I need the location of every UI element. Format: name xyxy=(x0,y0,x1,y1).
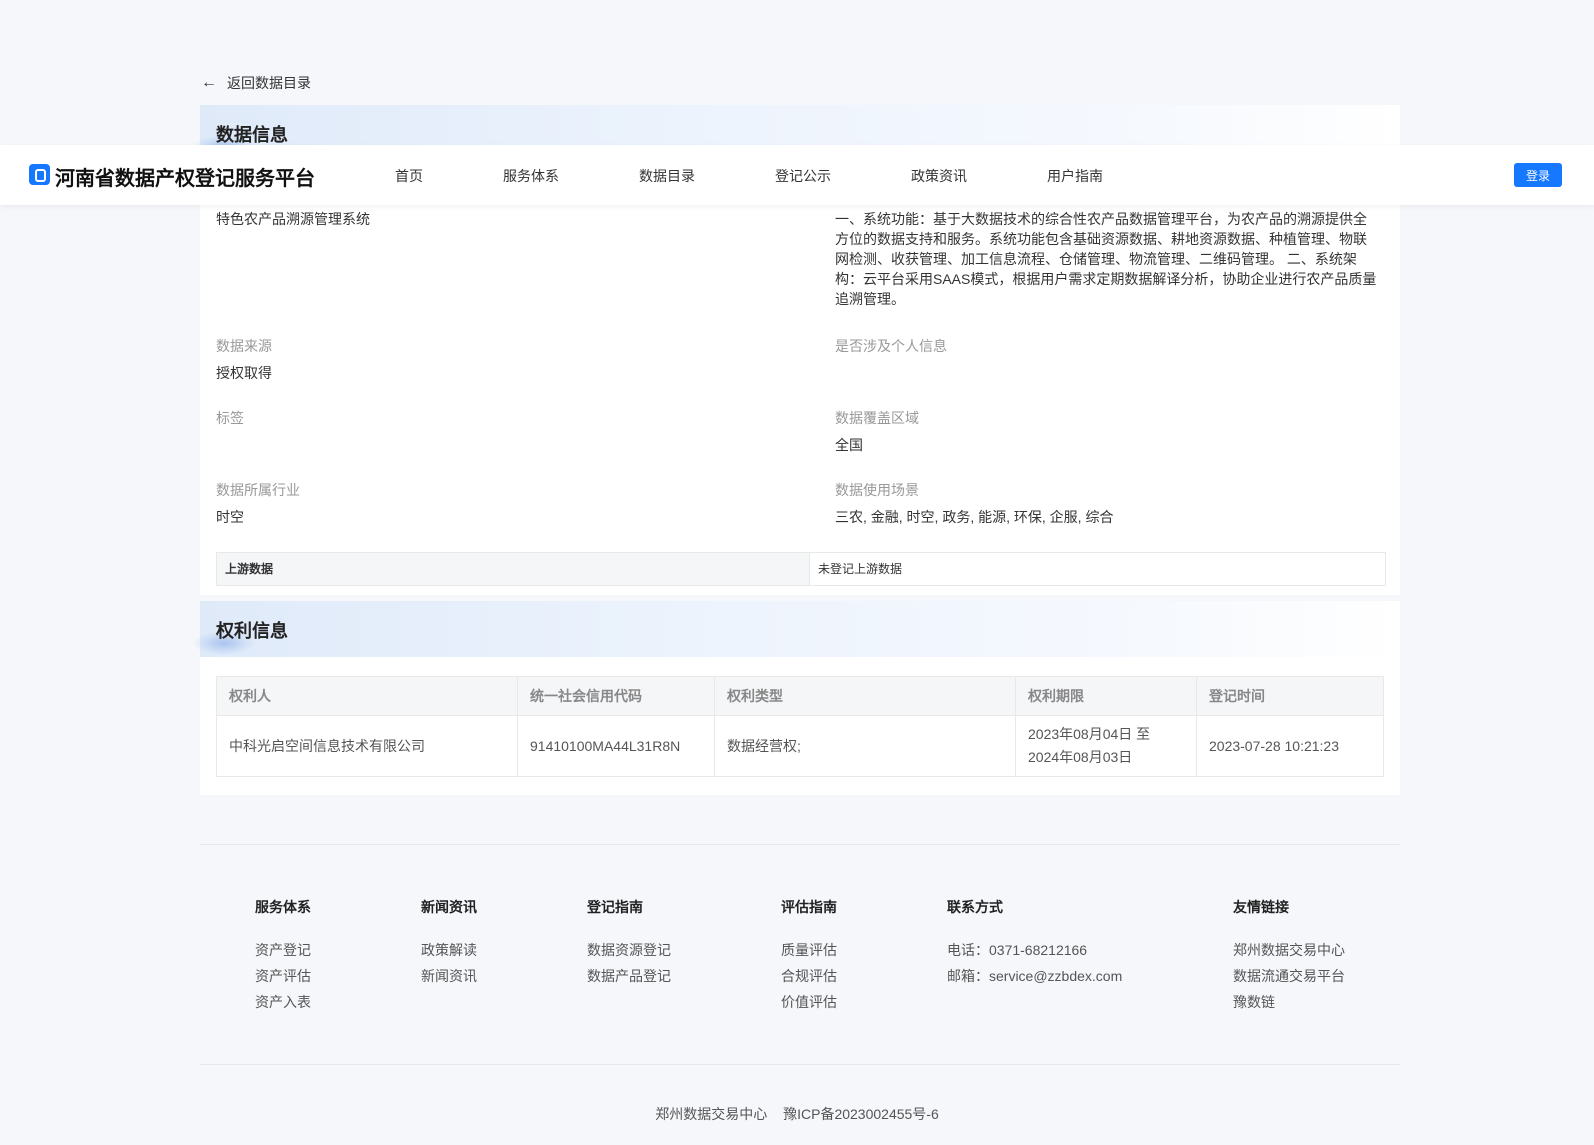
copyright-line: 郑州数据交易中心 豫ICP备2023002455号-6 xyxy=(0,1104,1594,1124)
footer-col-title: 联系方式 xyxy=(947,899,1003,915)
nav-data-catalog[interactable]: 数据目录 xyxy=(639,166,695,186)
rights-info-title: 权利信息 xyxy=(216,621,288,641)
footer-col-title: 友情链接 xyxy=(1233,899,1289,915)
nav-user-guide[interactable]: 用户指南 xyxy=(1047,166,1103,186)
footer-link[interactable]: 数据产品登记 xyxy=(587,963,671,989)
footer-divider xyxy=(200,844,1400,845)
brand-title[interactable]: 河南省数据产权登记服务平台 xyxy=(55,162,315,191)
upstream-data-table: 上游数据 未登记上游数据 xyxy=(216,552,1386,586)
footer-link[interactable]: 资产登记 xyxy=(255,937,311,963)
term-cell: 2023年08月04日 至 2024年08月03日 xyxy=(1015,715,1197,777)
rights-info-card: 权利信息 权利人 统一社会信用代码 权利类型 权利期限 登记时间 中科光启空间信… xyxy=(194,601,1400,795)
contact-phone: 电话：0371-68212166 xyxy=(947,942,1088,958)
top-navbar: 河南省数据产权登记服务平台 首页 服务体系 数据目录 登记公示 政策资讯 用户指… xyxy=(0,145,1594,205)
back-label: 返回数据目录 xyxy=(227,75,311,91)
col-holder: 权利人 xyxy=(216,676,518,716)
footer-col-register-guide: 登记指南 数据资源登记 数据产品登记 xyxy=(587,897,671,989)
login-button[interactable]: 登录 xyxy=(1514,163,1562,187)
personal-info-label: 是否涉及个人信息 xyxy=(835,338,947,354)
footer-link[interactable]: 数据资源登记 xyxy=(587,937,671,963)
right-type-cell: 数据经营权; xyxy=(714,715,1016,777)
register-time-cell: 2023-07-28 10:21:23 xyxy=(1196,715,1384,777)
footer-link[interactable]: 数据流通交易平台 xyxy=(1233,963,1345,989)
col-register-time: 登记时间 xyxy=(1196,676,1384,716)
footer-link[interactable]: 价值评估 xyxy=(781,989,837,1015)
footer-col-news: 新闻资讯 政策解读 新闻资讯 xyxy=(421,897,477,989)
arrow-left-icon: ← xyxy=(201,74,217,91)
source-label: 数据来源 xyxy=(216,338,272,354)
footer-col-title: 新闻资讯 xyxy=(421,899,477,915)
footer-col-title: 登记指南 xyxy=(587,899,643,915)
footer-link[interactable]: 合规评估 xyxy=(781,963,837,989)
footer-link[interactable]: 质量评估 xyxy=(781,937,837,963)
table-header-row: 权利人 统一社会信用代码 权利类型 权利期限 登记时间 xyxy=(216,676,1384,716)
contact-email[interactable]: 邮箱：service@zzbdex.com xyxy=(947,963,1122,989)
footer-col-links: 友情链接 郑州数据交易中心 数据流通交易平台 豫数链 xyxy=(1233,897,1345,1015)
coverage-label: 数据覆盖区域 xyxy=(835,410,919,426)
footer-col-title: 评估指南 xyxy=(781,899,837,915)
footer-link[interactable]: 资产评估 xyxy=(255,963,311,989)
footer-link[interactable]: 政策解读 xyxy=(421,937,477,963)
data-description-value: 一、系统功能：基于大数据技术的综合性农产品数据管理平台，为农产品的溯源提供全方位… xyxy=(835,211,1377,307)
scenario-label: 数据使用场景 xyxy=(835,482,919,498)
col-term: 权利期限 xyxy=(1015,676,1197,716)
upstream-label: 上游数据 xyxy=(217,553,810,585)
industry-value: 时空 xyxy=(216,509,244,525)
org-name: 郑州数据交易中心 xyxy=(655,1106,768,1122)
back-to-catalog-link[interactable]: ← 返回数据目录 xyxy=(201,73,311,93)
icp-link[interactable]: 豫ICP备2023002455号-6 xyxy=(783,1106,939,1122)
upstream-value: 未登记上游数据 xyxy=(818,562,903,576)
footer-col-contact: 联系方式 电话：0371-68212166 邮箱：service@zzbdex.… xyxy=(947,897,1122,989)
nav-registration-notice[interactable]: 登记公示 xyxy=(775,166,831,186)
source-value: 授权取得 xyxy=(216,365,272,381)
footer-link[interactable]: 豫数链 xyxy=(1233,989,1345,1015)
nav-service-system[interactable]: 服务体系 xyxy=(503,166,559,186)
col-right-type: 权利类型 xyxy=(714,676,1016,716)
scenario-value: 三农, 金融, 时空, 政务, 能源, 环保, 企服, 综合 xyxy=(835,509,1114,525)
credit-code-cell: 91410100MA44L31R8N xyxy=(517,715,715,777)
footer-link[interactable]: 新闻资讯 xyxy=(421,963,477,989)
industry-label: 数据所属行业 xyxy=(216,482,300,498)
coverage-value: 全国 xyxy=(835,437,863,453)
data-name-value: 特色农产品溯源管理系统 xyxy=(216,211,370,227)
tag-label: 标签 xyxy=(216,410,244,426)
rights-info-header: 权利信息 xyxy=(194,601,1400,657)
nav-policy-news[interactable]: 政策资讯 xyxy=(911,166,967,186)
footer-divider-bottom xyxy=(200,1064,1400,1065)
table-row: 中科光启空间信息技术有限公司 91410100MA44L31R8N 数据经营权;… xyxy=(216,715,1384,777)
data-info-title: 数据信息 xyxy=(216,125,288,145)
footer-link[interactable]: 郑州数据交易中心 xyxy=(1233,937,1345,963)
nav-home[interactable]: 首页 xyxy=(395,166,423,186)
footer-col-title: 服务体系 xyxy=(255,899,311,915)
holder-cell: 中科光启空间信息技术有限公司 xyxy=(216,715,518,777)
footer-col-service: 服务体系 资产登记 资产评估 资产入表 xyxy=(255,897,311,1015)
footer-col-evaluation-guide: 评估指南 质量评估 合规评估 价值评估 xyxy=(781,897,837,1015)
footer-link[interactable]: 资产入表 xyxy=(255,989,311,1015)
col-credit-code: 统一社会信用代码 xyxy=(517,676,715,716)
rights-table: 权利人 统一社会信用代码 权利类型 权利期限 登记时间 中科光启空间信息技术有限… xyxy=(216,676,1384,777)
logo-icon xyxy=(29,164,50,185)
